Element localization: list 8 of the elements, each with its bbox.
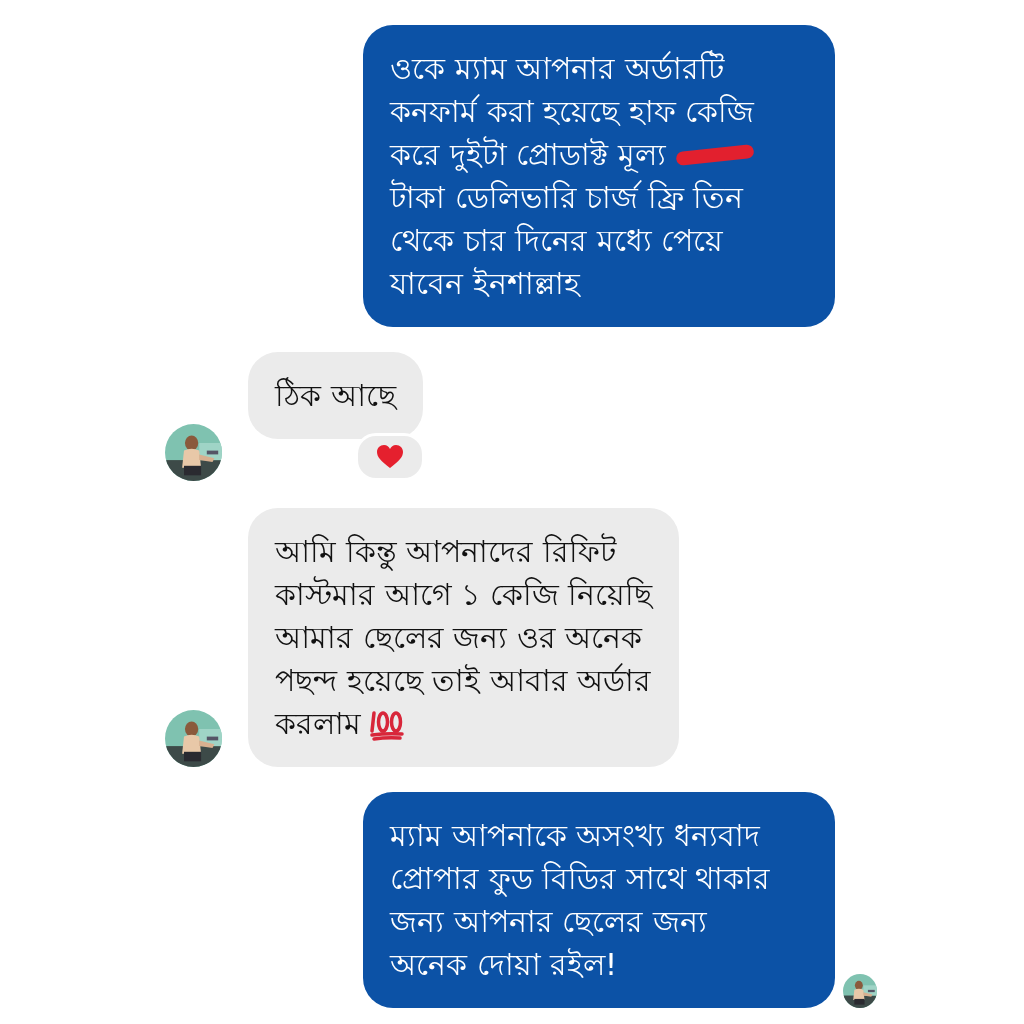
message-text: করে দুইটা প্রোডাক্ট মূল্য (390, 135, 666, 175)
heart-icon (376, 445, 403, 469)
message-text: আমি কিন্তু আপনাদের রিফিট কাস্টমার আগে ১ কেজি নিয়েছি আমার ছেলের জন্য ওর অনেক পছন্দ হয়েছে তাই আবার অর্ডার (275, 532, 653, 700)
message-text: ওকে ম্যাম আপনার অর্ডারটি কনফার্ম করা হয়েছে হাফ কেজি (390, 49, 755, 131)
message-text: করলাম (275, 705, 361, 743)
message-text: ম্যাম আপনাকে অসংখ্য ধন্যবাদ প্রোপার ফুড বিডির সাথে থাকার জন্য আপনার ছেলের জন্য অনেক দোয়া রইল! (390, 817, 771, 984)
message-text: ঠিক আছে (275, 376, 396, 415)
message-text: টাকা ডেলিভারি চার্জ ফ্রি তিন থেকে চার দিনের মধ্যে পেয়ে যাবেন ইনশাল্লাহ (390, 178, 744, 303)
